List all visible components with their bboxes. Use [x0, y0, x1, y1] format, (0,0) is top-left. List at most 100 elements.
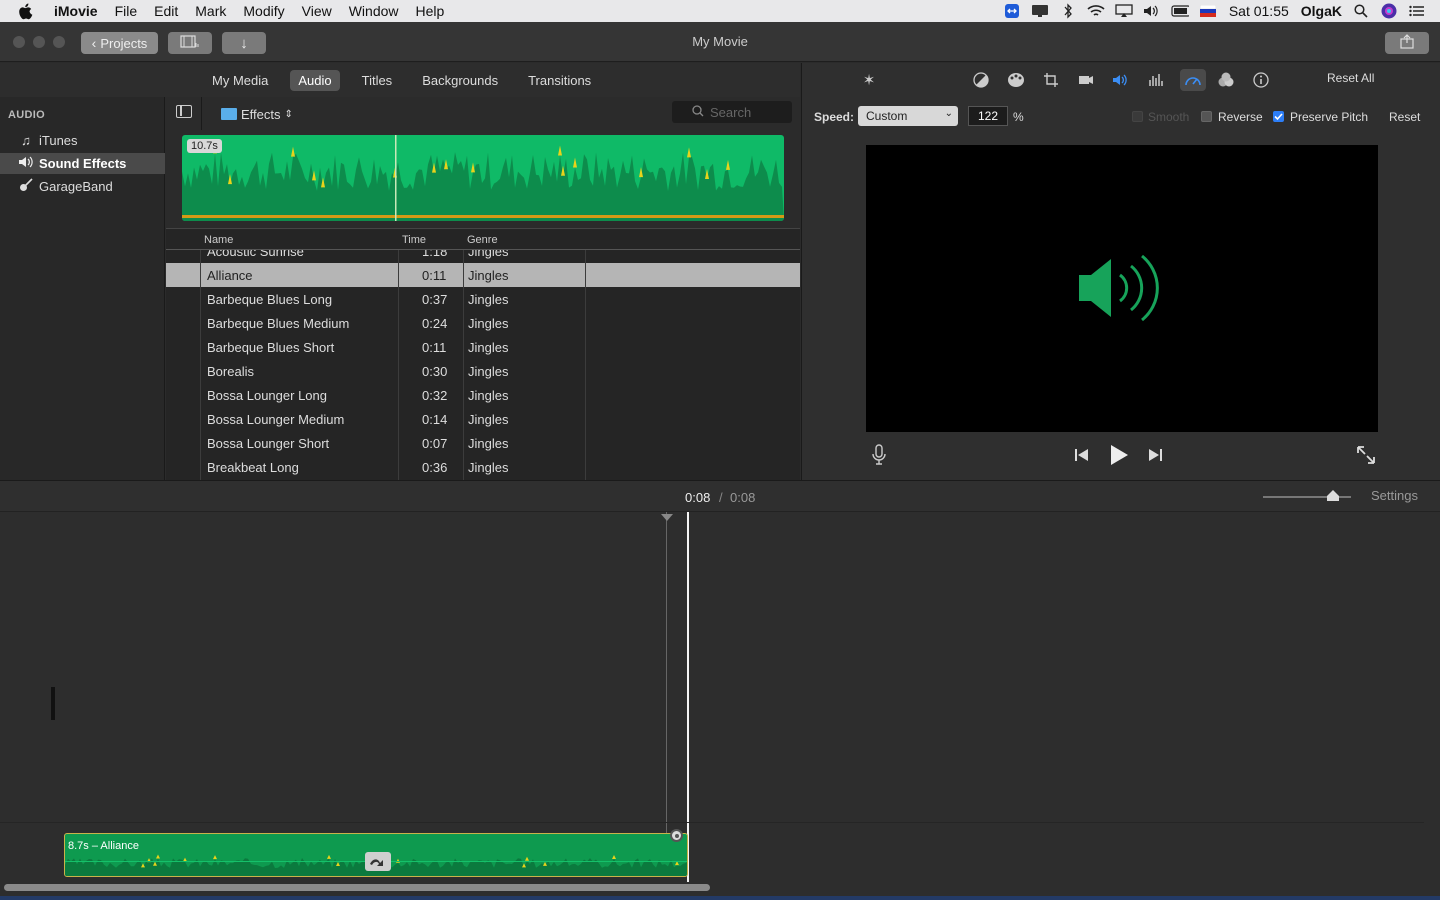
current-time: 0:08	[685, 490, 711, 505]
reset-all-button[interactable]: Reset All	[1327, 71, 1374, 85]
sidebar-item-itunes[interactable]: ♫ iTunes	[0, 130, 165, 151]
timeline[interactable]: 8.7s – Alliance	[0, 512, 1440, 900]
menu-mark[interactable]: Mark	[195, 3, 226, 19]
speed-mode-select[interactable]: Custom ⌄	[858, 106, 958, 126]
notification-center-icon[interactable]	[1408, 3, 1426, 19]
folder-popup[interactable]: Effects ⇕	[221, 105, 293, 123]
cell-name: Bossa Lounger Short	[207, 436, 330, 451]
tab-my-media[interactable]: My Media	[204, 70, 276, 91]
info-icon[interactable]	[1250, 69, 1272, 91]
cell-genre: Jingles	[468, 388, 509, 403]
color-balance-icon[interactable]	[970, 69, 992, 91]
skip-forward-icon	[1149, 449, 1162, 461]
speed-percent-input[interactable]: 122	[968, 106, 1008, 126]
color-palette-icon[interactable]	[1005, 69, 1027, 91]
tab-titles[interactable]: Titles	[354, 70, 401, 91]
column-header-time[interactable]: Time	[402, 234, 426, 246]
clip-end-handle[interactable]	[670, 829, 683, 842]
guitar-icon	[17, 178, 35, 195]
audio-clip[interactable]: 8.7s – Alliance	[64, 833, 688, 877]
teamviewer-icon[interactable]	[1003, 3, 1021, 19]
crop-icon[interactable]	[1040, 69, 1062, 91]
toggle-sidebar-button[interactable]	[176, 105, 192, 118]
timeline-scrollbar[interactable]	[4, 884, 710, 891]
video-overlay-icon[interactable]	[1215, 69, 1237, 91]
window-toolbar: ‹ Projects ↓ My Movie	[0, 22, 1440, 62]
preview-duration-badge: 10.7s	[187, 139, 222, 153]
speed-icon[interactable]	[1180, 69, 1206, 91]
speed-indicator-icon[interactable]	[365, 852, 391, 871]
cell-genre: Jingles	[468, 340, 509, 355]
volume-icon[interactable]	[1143, 3, 1161, 19]
divider	[201, 97, 202, 130]
speed-mode-value: Custom	[866, 109, 908, 123]
column-header-name[interactable]: Name	[204, 234, 233, 246]
preserve-pitch-checkbox[interactable]	[1273, 111, 1284, 122]
menu-edit[interactable]: Edit	[154, 3, 178, 19]
menubar-user[interactable]: OlgaK	[1301, 3, 1342, 19]
tab-backgrounds[interactable]: Backgrounds	[414, 70, 506, 91]
sidebar-item-label: iTunes	[39, 133, 78, 148]
apple-menu-icon[interactable]	[18, 3, 38, 20]
stabilization-camera-icon[interactable]	[1075, 69, 1097, 91]
menu-file[interactable]: File	[115, 3, 138, 19]
menu-view[interactable]: View	[302, 3, 332, 19]
table-row[interactable]: Bossa Lounger Short 0:07 Jingles	[166, 431, 800, 455]
smooth-checkbox[interactable]	[1132, 111, 1143, 122]
reverse-checkbox[interactable]	[1201, 111, 1212, 122]
microphone-icon[interactable]	[872, 444, 886, 471]
browser-tabs: My Media Audio Titles Backgrounds Transi…	[0, 63, 800, 97]
table-row[interactable]: Barbeque Blues Long 0:37 Jingles	[166, 287, 800, 311]
wifi-icon[interactable]	[1087, 3, 1105, 19]
table-row[interactable]: Barbeque Blues Medium 0:24 Jingles	[166, 311, 800, 335]
menu-app[interactable]: iMovie	[54, 3, 98, 19]
skip-forward-button[interactable]	[1147, 448, 1163, 467]
menu-help[interactable]: Help	[416, 3, 445, 19]
fullscreen-button[interactable]	[1356, 445, 1376, 470]
airplay-icon[interactable]	[1115, 3, 1133, 19]
magic-wand-icon[interactable]: ✶	[858, 69, 880, 91]
equalizer-icon[interactable]	[1145, 69, 1167, 91]
table-row[interactable]: Bossa Lounger Long 0:32 Jingles	[166, 383, 800, 407]
total-time: 0:08	[730, 490, 756, 505]
battery-icon[interactable]	[1171, 3, 1189, 19]
chevron-updown-icon: ⇕	[284, 108, 293, 120]
table-row[interactable]: Barbeque Blues Short 0:11 Jingles	[166, 335, 800, 359]
sidebar-item-garageband[interactable]: GarageBand	[0, 176, 165, 197]
sidebar-item-sound-effects[interactable]: Sound Effects	[0, 153, 165, 174]
search-icon	[692, 105, 704, 120]
search-input[interactable]: Search	[672, 101, 792, 123]
table-row[interactable]: Bossa Lounger Medium 0:14 Jingles	[166, 407, 800, 431]
percent-label: %	[1013, 110, 1024, 124]
input-flag-icon[interactable]	[1199, 3, 1217, 19]
music-note-icon: ♫	[21, 133, 31, 148]
table-row[interactable]: Breakbeat Long 0:36 Jingles	[166, 455, 800, 479]
skip-back-button[interactable]	[1074, 448, 1090, 467]
zoom-slider[interactable]	[1263, 490, 1351, 501]
checkmark-icon	[1274, 113, 1283, 121]
menu-modify[interactable]: Modify	[243, 3, 284, 19]
menubar-clock[interactable]: Sat 01:55	[1229, 3, 1289, 19]
display-icon[interactable]	[1031, 3, 1049, 19]
tab-transitions[interactable]: Transitions	[520, 70, 599, 91]
play-icon	[1111, 445, 1128, 465]
playhead[interactable]	[687, 512, 689, 882]
cell-time: 0:36	[422, 460, 448, 475]
volume-adjust-icon[interactable]	[1110, 69, 1132, 91]
tab-audio[interactable]: Audio	[290, 69, 340, 91]
viewer-screen[interactable]	[866, 145, 1378, 432]
bluetooth-icon[interactable]	[1059, 3, 1077, 19]
table-row[interactable]: Alliance 0:11 Jingles	[166, 263, 800, 287]
spotlight-search-icon[interactable]	[1352, 3, 1370, 19]
share-button[interactable]	[1385, 32, 1429, 54]
timeline-settings-button[interactable]: Settings	[1371, 488, 1418, 503]
table-row[interactable]: Borealis 0:30 Jingles	[166, 359, 800, 383]
audio-preview-waveform[interactable]: 10.7s	[182, 135, 784, 221]
sidebar-heading: AUDIO	[8, 109, 45, 121]
play-button[interactable]	[1109, 444, 1129, 471]
cell-time: 0:37	[422, 292, 448, 307]
menu-window[interactable]: Window	[349, 3, 399, 19]
siri-icon[interactable]	[1380, 3, 1398, 19]
speed-reset-button[interactable]: Reset	[1389, 110, 1420, 124]
column-header-genre[interactable]: Genre	[467, 234, 498, 246]
